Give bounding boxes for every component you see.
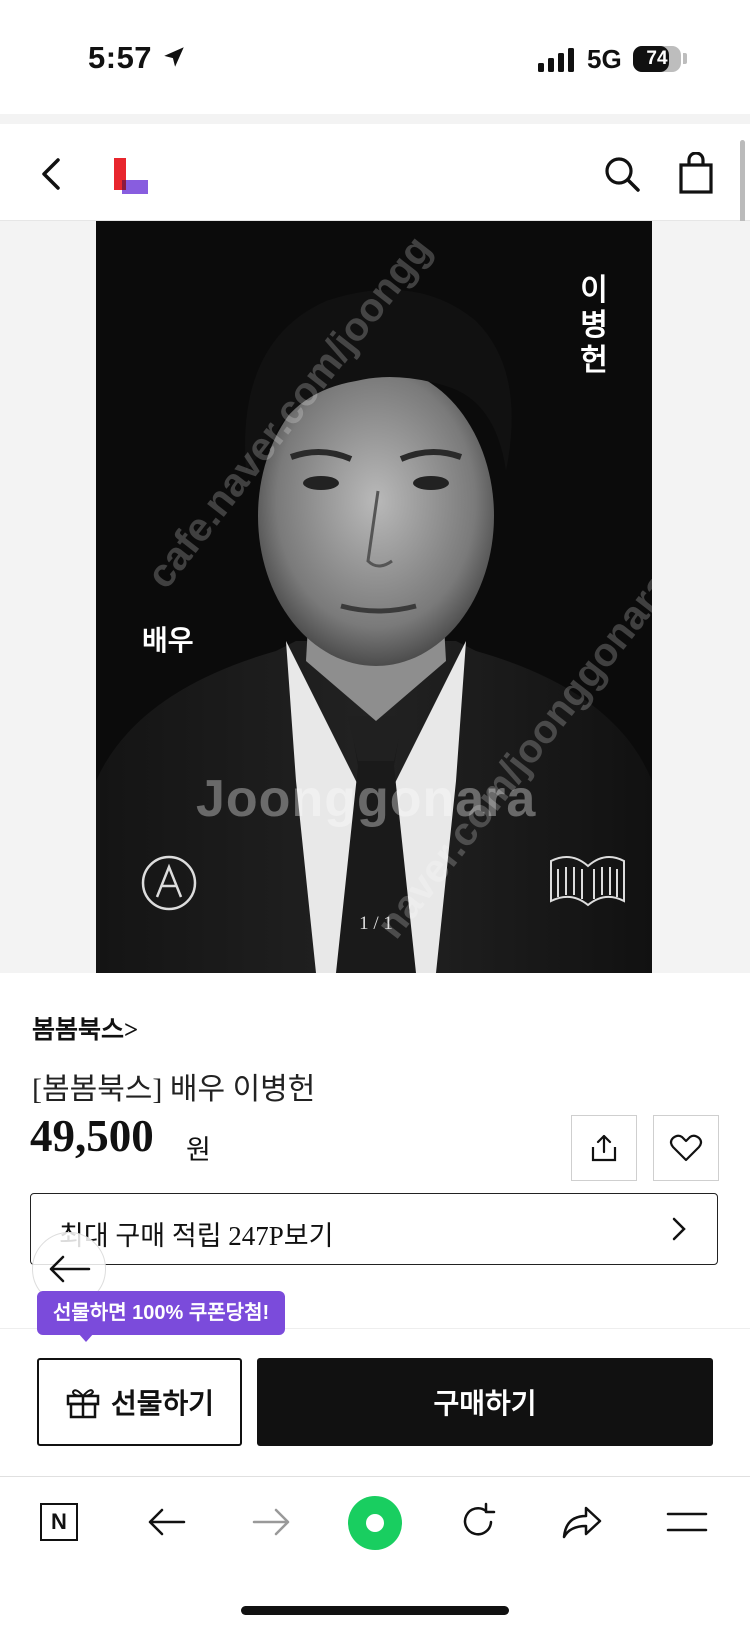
lotteon-logo[interactable] (114, 158, 148, 196)
reward-points-label: 최대 구매 적립 247P보기 (59, 1221, 334, 1251)
share-icon (591, 1134, 617, 1162)
battery-percent: 74 (646, 48, 668, 69)
home-indicator[interactable] (241, 1606, 509, 1615)
tooltip-tail (78, 1333, 94, 1342)
menu-icon[interactable] (666, 1510, 708, 1534)
buy-button[interactable]: 구매하기 (257, 1358, 713, 1446)
brand-store-link[interactable]: 봄봄북스> (32, 1010, 138, 1046)
portrait-photo: cafe.naver.com/joongg naver.com/joonggon… (96, 221, 652, 973)
naver-n-label: N (51, 1509, 67, 1534)
signal-icon (538, 48, 574, 72)
status-time: 5:57 (88, 40, 153, 75)
share-button[interactable] (571, 1115, 637, 1181)
buy-button-label: 구매하기 (433, 1388, 537, 1419)
forward-arrow-icon[interactable] (252, 1506, 292, 1538)
shopping-bag-icon[interactable] (679, 152, 713, 194)
share-arrow-icon[interactable] (560, 1504, 604, 1540)
arrow-left-icon (49, 1255, 91, 1283)
battery-icon: 74 (633, 46, 681, 72)
product-name: [봄봄북스] 배우 이병헌 (32, 1073, 316, 1106)
gift-button[interactable]: 선물하기 (37, 1358, 242, 1446)
reward-points-button[interactable]: 최대 구매 적립 247P보기 (30, 1193, 718, 1265)
cover-book-title: 배우 (142, 625, 194, 656)
product-image[interactable]: cafe.naver.com/joongg naver.com/joonggon… (96, 221, 652, 973)
cover-author-name: 이병헌 (580, 274, 608, 377)
refresh-icon[interactable] (458, 1502, 498, 1542)
chevron-right-icon (672, 1217, 686, 1241)
search-icon[interactable] (603, 155, 641, 193)
gift-promo-tooltip: 선물하면 100% 쿠폰당첨! (37, 1291, 286, 1335)
green-dot-icon[interactable] (347, 1495, 403, 1551)
wishlist-button[interactable] (653, 1115, 719, 1181)
location-arrow-icon (164, 47, 184, 67)
product-price: 49,500 (30, 1111, 154, 1161)
status-separator (0, 114, 750, 124)
watermark-text: Joonggonara (196, 770, 537, 828)
gift-icon (66, 1389, 100, 1419)
gift-button-label: 선물하기 (110, 1388, 215, 1419)
back-icon[interactable] (38, 156, 66, 192)
network-type: 5G (587, 44, 622, 74)
naver-n-icon[interactable]: N (40, 1503, 78, 1541)
battery-tip (683, 53, 687, 64)
price-currency: 원 (186, 1135, 211, 1165)
back-arrow-icon[interactable] (146, 1506, 186, 1538)
image-page-indicator: 1 / 1 (359, 913, 393, 934)
heart-icon (669, 1134, 703, 1162)
